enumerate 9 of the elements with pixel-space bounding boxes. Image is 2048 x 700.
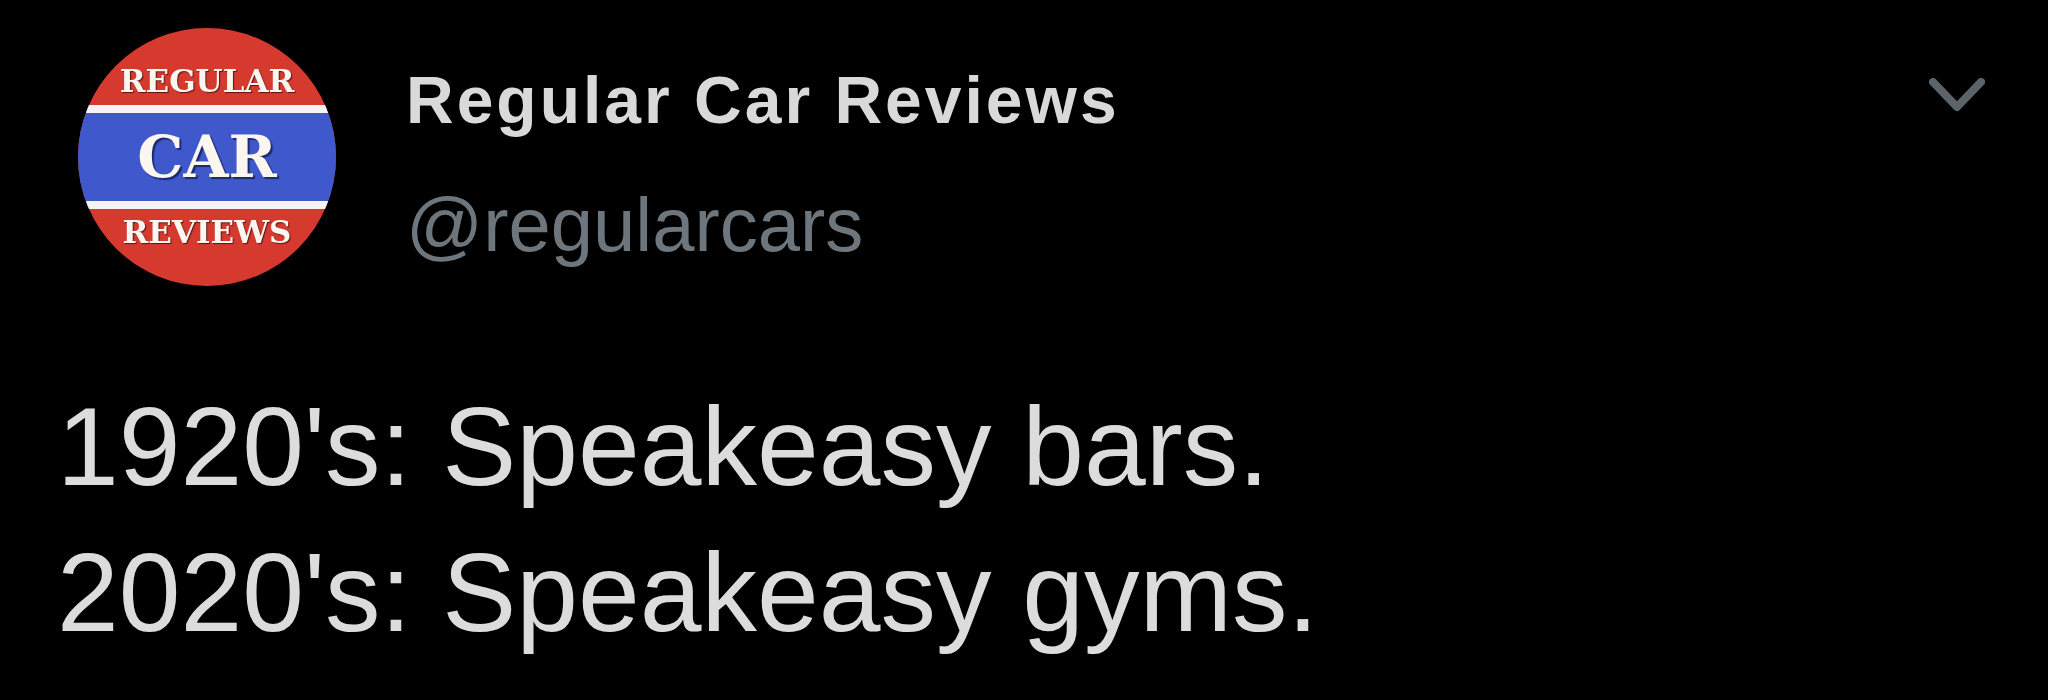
logo-band: CAR: [78, 105, 336, 209]
logo-text: REVIEWS: [122, 213, 292, 252]
tweet-text-line: 2020's: Speakeasy gyms.: [57, 530, 1320, 657]
chevron-down-icon[interactable]: [1929, 78, 1985, 112]
author-name: Regular Car Reviews: [406, 62, 1120, 139]
avatar-logo[interactable]: REGULAR CAR REVIEWS: [78, 28, 336, 286]
tweet-text-line: 1920's: Speakeasy bars.: [57, 384, 1271, 511]
logo-text: REGULAR: [119, 62, 295, 101]
author-handle: @regularcars: [406, 181, 865, 270]
